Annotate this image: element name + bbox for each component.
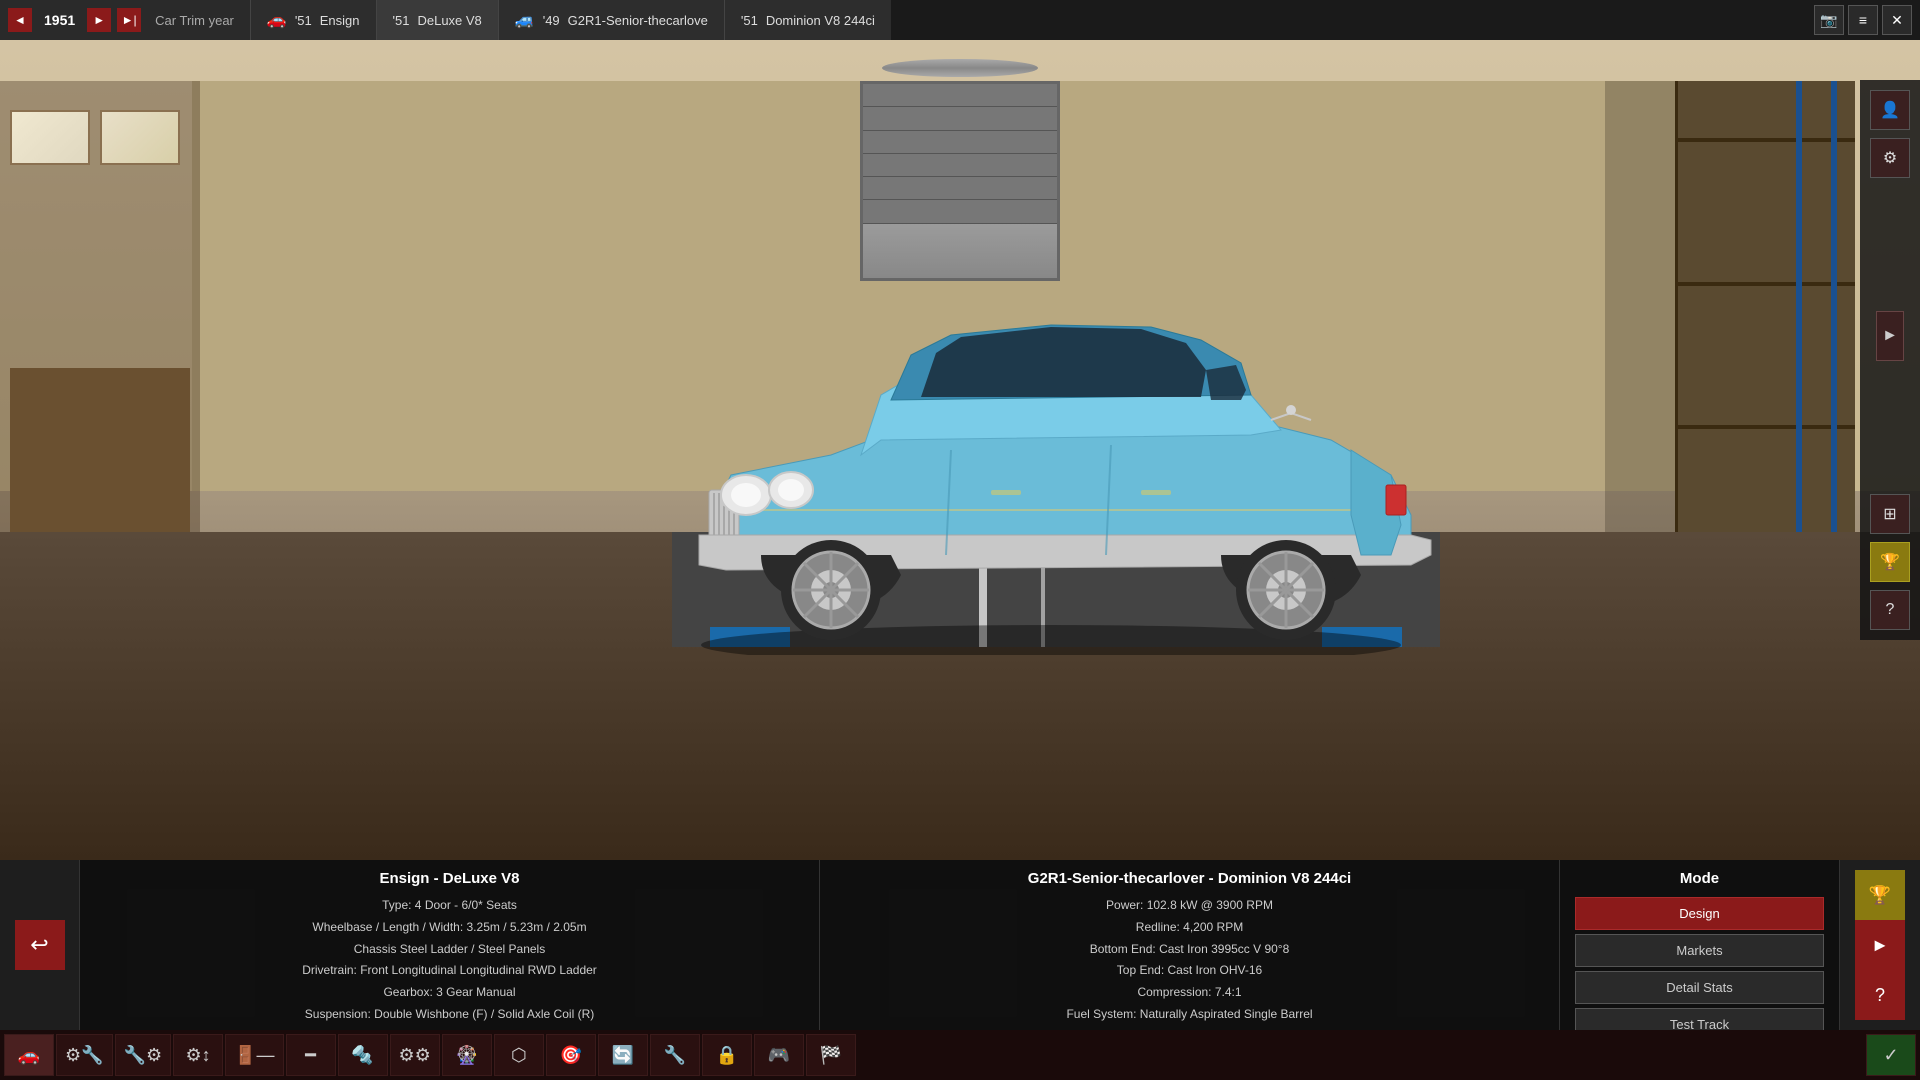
mode-header: Mode (1575, 870, 1824, 887)
toolbar-steering-btn[interactable]: 🎯 (546, 1034, 596, 1076)
toolbar-engine-btn[interactable]: ⚙🔧 (56, 1034, 113, 1076)
mode-design-btn[interactable]: Design (1575, 897, 1824, 930)
tab-ensign[interactable]: 🚗 '51 Ensign (250, 0, 376, 40)
tab-dominion[interactable]: '51 Dominion V8 244ci (724, 0, 891, 40)
nav-prev-btn[interactable]: ◄ (8, 8, 32, 32)
car2-stat-1: Power: 102.8 kW @ 3900 RPM (840, 897, 1539, 914)
help-action-btn[interactable]: ? (1855, 970, 1905, 1020)
bottom-left-icon-area: ↩ (0, 860, 80, 1030)
person-icon-btn[interactable]: 👤 (1870, 90, 1910, 130)
tab-name-1: Ensign (320, 13, 360, 28)
tab-name-2: DeLuxe V8 (417, 13, 481, 28)
mid-expand-btn[interactable]: ► (1876, 311, 1904, 361)
car2-stat-4: Top End: Cast Iron OHV-16 (840, 962, 1539, 979)
car1-stat-1: Type: 4 Door - 6/0* Seats (100, 897, 799, 914)
tab-deluxe-v8[interactable]: '51 DeLuxe V8 (376, 0, 498, 40)
mode-markets-btn[interactable]: Markets (1575, 934, 1824, 967)
toolbar-confirm-btn[interactable]: ✓ (1866, 1034, 1916, 1076)
nav-left-group: ◄ 1951 ► ►| Car Trim year (0, 0, 250, 40)
tab-year-3: '49 (543, 13, 560, 28)
toolbar-axle-btn[interactable]: ⚙⚙ (390, 1034, 440, 1076)
toolbar-interior-btn[interactable]: 🔧 (650, 1034, 700, 1076)
car-svg (631, 275, 1481, 655)
toolbar-wheel-btn[interactable]: 🎡 (442, 1034, 492, 1076)
car1-stats-panel: Ensign - DeLuxe V8 Type: 4 Door - 6/0* S… (80, 860, 820, 1030)
menu-btn[interactable]: ≡ (1848, 5, 1878, 35)
toolbar-brake-btn[interactable]: ⬡ (494, 1034, 544, 1076)
tab-car-icon-1: 🚗 (267, 10, 287, 30)
grid-icon-btn[interactable]: ⊞ (1870, 494, 1910, 534)
car-display (288, 204, 1824, 655)
nav-next-btn[interactable]: ► (87, 8, 111, 32)
car1-stat-3: Chassis Steel Ladder / Steel Panels (100, 941, 799, 958)
car-back-btn[interactable]: ↩ (15, 920, 65, 970)
car2-stats-panel: G2R1-Senior-thecarlover - Dominion V8 24… (820, 860, 1560, 1030)
trophy-action-btn[interactable]: 🏆 (1855, 870, 1905, 920)
tab-g2r1[interactable]: 🚙 '49 G2R1-Senior-thecarlove (498, 0, 724, 40)
viewport: 👤 ⚙ ► ⊞ 🏆 ? (0, 40, 1920, 860)
toolbar-race-btn[interactable]: 🏁 (806, 1034, 856, 1076)
toolbar-exhaust-btn[interactable]: 🔄 (598, 1034, 648, 1076)
settings-icon-btn[interactable]: ⚙ (1870, 138, 1910, 178)
right-side-panel: 👤 ⚙ ► ⊞ 🏆 ? (1860, 80, 1920, 640)
car2-title: G2R1-Senior-thecarlover - Dominion V8 24… (840, 870, 1539, 887)
toolbar-car-view-btn[interactable]: 🚗 (4, 1034, 54, 1076)
car-trim-label: Car Trim year (147, 13, 242, 28)
screenshot-btn[interactable]: 📷 (1814, 5, 1844, 35)
tab-name-4: Dominion V8 244ci (766, 13, 875, 28)
car1-stat-2: Wheelbase / Length / Width: 3.25m / 5.23… (100, 919, 799, 936)
year-display: 1951 (38, 12, 81, 28)
car1-stat-5: Gearbox: 3 Gear Manual (100, 984, 799, 1001)
action-buttons-col: 🏆 ► ? (1840, 860, 1920, 1030)
car2-stat-3: Bottom End: Cast Iron 3995cc V 90°8 (840, 941, 1539, 958)
car1-stat-4: Drivetrain: Front Longitudinal Longitudi… (100, 962, 799, 979)
car2-stat-6: Fuel System: Naturally Aspirated Single … (840, 1006, 1539, 1023)
mode-detail-stats-btn[interactable]: Detail Stats (1575, 971, 1824, 1004)
car1-stat-6: Suspension: Double Wishbone (F) / Solid … (100, 1006, 799, 1023)
top-right-controls: 📷 ≡ ✕ (1814, 5, 1920, 35)
toolbar-gearbox-btn[interactable]: 🔩 (338, 1034, 388, 1076)
tab-year-2: '51 (393, 13, 410, 28)
car1-title: Ensign - DeLuxe V8 (100, 870, 799, 887)
next-action-btn[interactable]: ► (1855, 920, 1905, 970)
mode-panel: Mode Design Markets Detail Stats Test Tr… (1560, 860, 1840, 1030)
tab-year-4: '51 (741, 13, 758, 28)
toolbar-suspension-btn[interactable]: 🔧⚙ (115, 1034, 172, 1076)
toolbar-door-btn[interactable]: 🚪— (225, 1034, 283, 1076)
car2-stat-2: Redline: 4,200 RPM (840, 919, 1539, 936)
top-bar: ◄ 1951 ► ►| Car Trim year 🚗 '51 Ensign '… (0, 0, 1920, 40)
tab-name-3: G2R1-Senior-thecarlove (568, 13, 708, 28)
award-icon-btn[interactable]: 🏆 (1870, 542, 1910, 582)
toolbar-aero-btn[interactable]: 🎮 (754, 1034, 804, 1076)
nav-skip-btn[interactable]: ►| (117, 8, 141, 32)
close-btn[interactable]: ✕ (1882, 5, 1912, 35)
help-icon-btn[interactable]: ? (1870, 590, 1910, 630)
toolbar-safety-btn[interactable]: 🔒 (702, 1034, 752, 1076)
bottom-toolbar: 🚗 ⚙🔧 🔧⚙ ⚙↕ 🚪— ━ 🔩 ⚙⚙ 🎡 ⬡ 🎯 🔄 🔧 🔒 🎮 🏁 ✓ (0, 1030, 1920, 1080)
tab-car-icon-3: 🚙 (515, 10, 535, 30)
tab-year-1: '51 (295, 13, 312, 28)
toolbar-body-btn[interactable]: ⚙↕ (173, 1034, 223, 1076)
car2-stat-5: Compression: 7.4:1 (840, 984, 1539, 1001)
bottom-info-panel: ↩ Ensign - DeLuxe V8 Type: 4 Door - 6/0*… (0, 860, 1920, 1030)
toolbar-chassis-btn[interactable]: ━ (286, 1034, 336, 1076)
